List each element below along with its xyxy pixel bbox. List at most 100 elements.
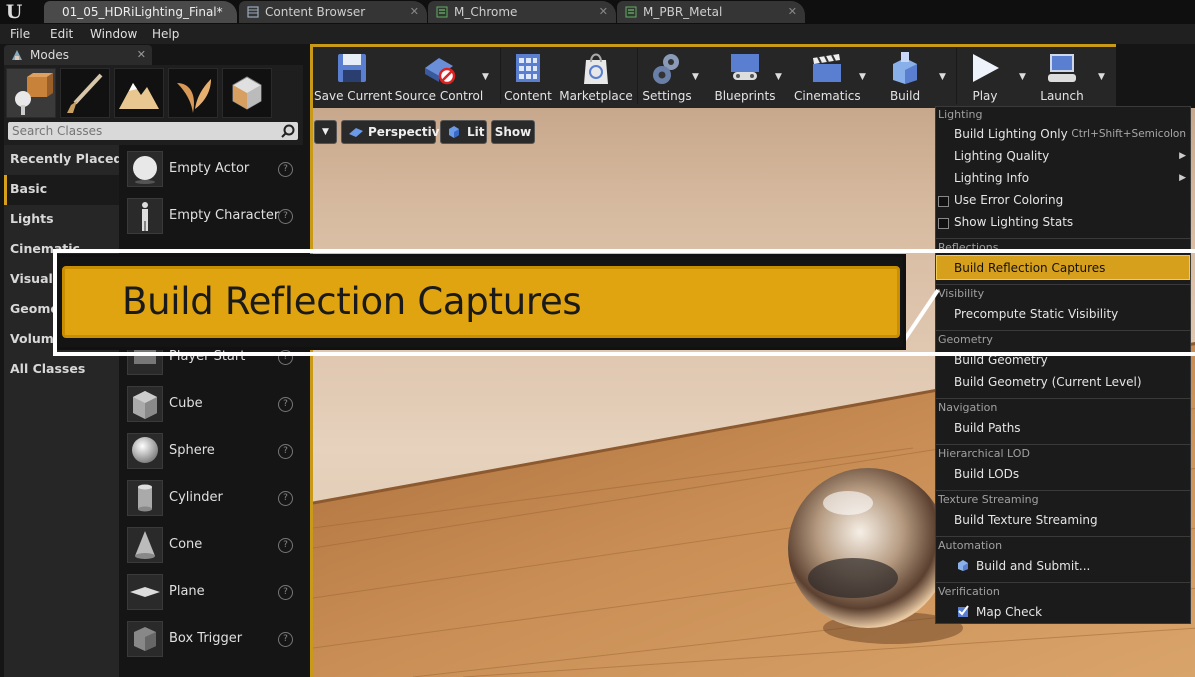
place-mode-tile[interactable] <box>6 68 56 118</box>
item-label: Plane <box>169 584 205 599</box>
marketplace-button[interactable]: Marketplace <box>558 44 634 108</box>
menu-build-lods[interactable]: Build LODs <box>954 467 1019 481</box>
modes-tab[interactable]: Modes ✕ <box>4 45 152 65</box>
menu-build-paths[interactable]: Build Paths <box>954 421 1021 435</box>
list-item[interactable]: Cone ? <box>119 521 303 568</box>
cinematics-dropdown-icon[interactable]: ▼ <box>859 72 866 82</box>
menu-use-error-coloring[interactable]: Use Error Coloring <box>954 193 1063 207</box>
list-item[interactable]: Cylinder ? <box>119 474 303 521</box>
close-icon[interactable]: ✕ <box>599 1 608 23</box>
viewport-options-dropdown[interactable]: ▼ <box>314 120 337 144</box>
category-list: Recently Placed Basic Lights Cinematic V… <box>4 145 119 677</box>
menu-help[interactable]: Help <box>152 27 179 41</box>
map-check-icon <box>958 605 969 617</box>
item-label: Cylinder <box>169 490 223 505</box>
menu-build-lighting-only[interactable]: Build Lighting Only <box>954 127 1068 141</box>
plane-thumbnail <box>127 574 163 610</box>
category-basic[interactable]: Basic <box>4 175 119 205</box>
tab-level[interactable]: 01_05_HDRiLighting_Final* <box>44 1 237 23</box>
clapperboard-icon <box>813 54 841 82</box>
close-icon[interactable]: ✕ <box>137 45 146 65</box>
blueprints-dropdown-icon[interactable]: ▼ <box>775 72 782 82</box>
help-icon[interactable]: ? <box>278 162 293 177</box>
source-control-dropdown-icon[interactable]: ▼ <box>482 72 489 82</box>
list-item[interactable]: Cube ? <box>119 380 303 427</box>
help-icon[interactable]: ? <box>278 585 293 600</box>
lit-button[interactable]: Lit <box>440 120 487 144</box>
menu-build-and-submit[interactable]: Build and Submit... <box>976 559 1090 573</box>
menu-edit[interactable]: Edit <box>50 27 73 41</box>
category-recently-placed[interactable]: Recently Placed <box>4 145 119 175</box>
category-lights[interactable]: Lights <box>4 205 119 235</box>
geometry-mode-tile[interactable] <box>222 68 272 118</box>
launch-button[interactable]: Launch <box>1036 44 1088 108</box>
help-icon[interactable]: ? <box>278 632 293 647</box>
menu-file[interactable]: File <box>10 27 30 41</box>
class-item-list: Empty Actor ? Empty Character ? Player S… <box>119 145 303 677</box>
save-current-label: Save Current <box>314 89 393 103</box>
source-control-label: Source Control <box>394 89 484 103</box>
help-icon[interactable]: ? <box>278 209 293 224</box>
section-verification: Verification <box>938 585 1000 598</box>
launch-dropdown-icon[interactable]: ▼ <box>1098 72 1105 82</box>
settings-button[interactable]: Settings <box>640 44 694 108</box>
show-lighting-stats-checkbox[interactable] <box>938 218 949 229</box>
play-button[interactable]: Play <box>960 44 1010 108</box>
tab-content-browser[interactable]: Content Browser ✕ <box>239 1 427 23</box>
help-icon[interactable]: ? <box>278 397 293 412</box>
menu-show-lighting-stats[interactable]: Show Lighting Stats <box>954 215 1073 229</box>
paint-mode-tile[interactable] <box>60 68 110 118</box>
landscape-mode-tile[interactable] <box>114 68 164 118</box>
close-icon[interactable]: ✕ <box>788 1 797 23</box>
play-dropdown-icon[interactable]: ▼ <box>1019 72 1026 82</box>
play-label: Play <box>972 89 998 103</box>
list-item[interactable]: Sphere ? <box>119 427 303 474</box>
menu-build-geometry-current-level[interactable]: Build Geometry (Current Level) <box>954 375 1142 389</box>
cinematics-button[interactable]: Cinematics <box>794 44 861 108</box>
launch-label: Launch <box>1040 89 1084 103</box>
source-control-button[interactable]: Source Control <box>394 44 484 108</box>
content-icon <box>516 54 540 82</box>
blueprints-button[interactable]: Blueprints <box>712 44 778 108</box>
list-item[interactable]: Empty Character ? <box>119 192 303 239</box>
search-icon[interactable] <box>281 124 295 138</box>
menu-lighting-info[interactable]: Lighting Info <box>954 171 1029 185</box>
help-icon[interactable]: ? <box>278 491 293 506</box>
perspective-button[interactable]: Perspective <box>341 120 448 144</box>
menu-window[interactable]: Window <box>90 27 137 41</box>
foliage-mode-tile[interactable] <box>168 68 218 118</box>
show-button[interactable]: Show <box>491 120 535 144</box>
content-browser-icon <box>247 6 259 18</box>
search-classes-input[interactable] <box>12 123 272 139</box>
search-classes-box <box>8 122 298 140</box>
item-label: Box Trigger <box>169 631 243 646</box>
list-item[interactable]: Plane ? <box>119 568 303 615</box>
build-label: Build <box>889 89 921 103</box>
tab-m-pbr-metal[interactable]: M_PBR_Metal ✕ <box>617 1 805 23</box>
marketplace-label: Marketplace <box>559 89 633 103</box>
menu-build-texture-streaming[interactable]: Build Texture Streaming <box>954 513 1098 527</box>
unreal-logo-icon[interactable]: U <box>2 0 26 24</box>
menu-map-check[interactable]: Map Check <box>976 605 1042 619</box>
toolbar-separator <box>637 48 638 104</box>
category-all-classes[interactable]: All Classes <box>4 355 119 385</box>
help-icon[interactable]: ? <box>278 444 293 459</box>
build-dropdown-icon[interactable]: ▼ <box>939 72 946 82</box>
use-error-coloring-checkbox[interactable] <box>938 196 949 207</box>
content-button[interactable]: Content <box>503 44 553 108</box>
camera-icon <box>349 128 363 137</box>
modes-icon <box>12 50 22 60</box>
settings-dropdown-icon[interactable]: ▼ <box>692 72 699 82</box>
source-control-icon <box>425 58 456 85</box>
save-current-button[interactable]: Save Current <box>314 44 393 108</box>
tab-m-chrome[interactable]: M_Chrome ✕ <box>428 1 616 23</box>
close-icon[interactable]: ✕ <box>410 1 419 23</box>
settings-label: Settings <box>642 89 692 103</box>
callout-connector <box>901 288 940 344</box>
box-trigger-thumbnail <box>127 621 163 657</box>
menu-lighting-quality[interactable]: Lighting Quality <box>954 149 1049 163</box>
list-item[interactable]: Box Trigger ? <box>119 615 303 662</box>
help-icon[interactable]: ? <box>278 538 293 553</box>
build-button[interactable]: Build <box>880 44 930 108</box>
list-item[interactable]: Empty Actor ? <box>119 145 303 192</box>
